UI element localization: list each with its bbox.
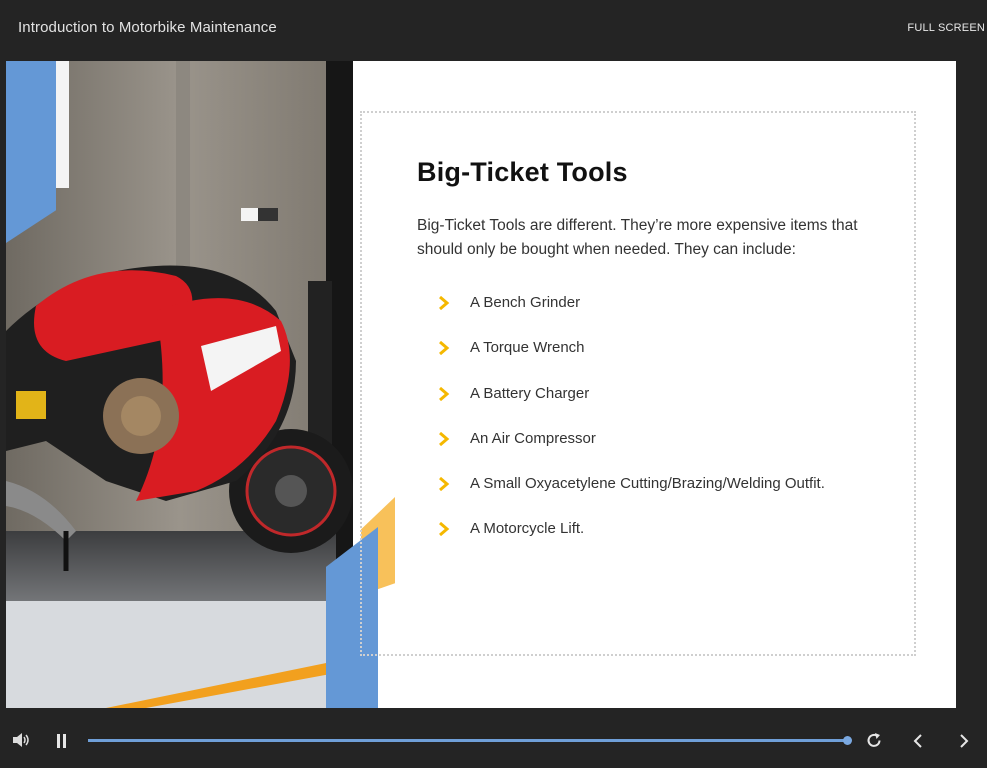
next-icon[interactable] bbox=[958, 733, 970, 749]
course-title: Introduction to Motorbike Maintenance bbox=[18, 19, 277, 36]
chevron-right-icon bbox=[439, 431, 450, 446]
chevron-right-icon bbox=[439, 477, 450, 492]
chevron-right-icon bbox=[439, 522, 450, 537]
fullscreen-button[interactable]: FULL SCREEN bbox=[907, 22, 985, 34]
list-item-label: A Motorcycle Lift. bbox=[470, 520, 585, 538]
list-item: A Battery Charger bbox=[438, 384, 825, 429]
volume-icon[interactable] bbox=[12, 732, 30, 748]
slide-stage: Big-Ticket Tools Big-Ticket Tools are di… bbox=[6, 61, 956, 708]
list-item: A Small Oxyacetylene Cutting/Brazing/Wel… bbox=[438, 474, 825, 519]
decorative-white-strip bbox=[56, 61, 69, 188]
tool-list: A Bench Grinder A Torque Wrench A Batter… bbox=[438, 293, 825, 565]
chevron-right-icon bbox=[439, 386, 450, 401]
list-item-label: A Battery Charger bbox=[470, 384, 590, 402]
list-item-label: A Small Oxyacetylene Cutting/Brazing/Wel… bbox=[470, 475, 825, 493]
previous-icon[interactable] bbox=[912, 733, 924, 749]
top-bar: Introduction to Motorbike Maintenance FU… bbox=[0, 0, 987, 60]
chevron-right-icon bbox=[439, 296, 450, 310]
replay-icon[interactable] bbox=[866, 732, 883, 749]
slide-intro: Big-Ticket Tools are different. They’re … bbox=[417, 217, 858, 258]
list-item: A Bench Grinder bbox=[438, 293, 825, 338]
list-item-label: An Air Compressor bbox=[470, 429, 596, 447]
chevron-right-icon bbox=[439, 341, 450, 356]
list-item: A Torque Wrench bbox=[438, 338, 825, 383]
list-item-label: A Bench Grinder bbox=[470, 294, 581, 311]
progress-fill bbox=[88, 739, 847, 742]
list-item: An Air Compressor bbox=[438, 429, 825, 474]
pause-icon[interactable] bbox=[55, 733, 69, 749]
progress-bar[interactable] bbox=[88, 736, 852, 745]
progress-handle[interactable] bbox=[843, 736, 852, 745]
slide-title: Big-Ticket Tools bbox=[417, 157, 628, 187]
list-item-label: A Torque Wrench bbox=[470, 339, 585, 357]
player-controls bbox=[0, 708, 987, 768]
list-item: A Motorcycle Lift. bbox=[438, 519, 825, 564]
